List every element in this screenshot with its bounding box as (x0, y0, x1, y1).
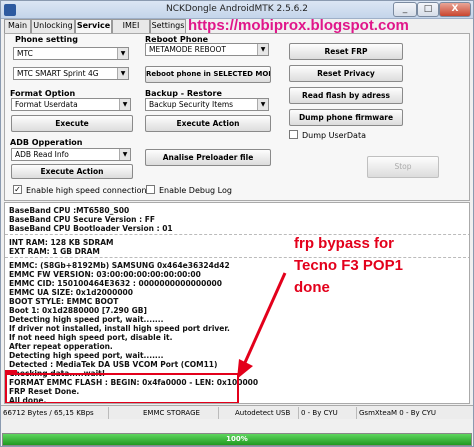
reboot-mode-value: METAMODE REBOOT (149, 45, 226, 54)
format-execute-button[interactable]: Execute (11, 115, 133, 132)
maximize-button[interactable]: □ (417, 2, 439, 17)
backup-restore-label: Backup - Restore (145, 89, 222, 98)
debug-log-checkbox[interactable] (146, 185, 155, 194)
chevron-down-icon: ▼ (119, 149, 130, 160)
log-line: EMMC: (S8Gb+8192Mb) SAMSUNG 0x464e36324d… (9, 261, 230, 270)
overlay-line-3: done (294, 279, 330, 296)
log-line: BOOT STYLE: EMMC BOOT (9, 297, 119, 306)
log-line: BaseBand CPU Secure Version : FF (9, 215, 155, 224)
chevron-down-icon: ▼ (117, 48, 128, 59)
status-user: GsmXteaM 0 - By CYU (359, 409, 437, 417)
progress-label: 100% (226, 435, 248, 443)
dump-userdata-label: Dump UserData (302, 131, 366, 140)
log-line: Boot 1: 0x1d2880000 [7.290 GB] (9, 306, 147, 315)
high-speed-label: Enable high speed connection (26, 186, 147, 195)
log-line: Detected : MediaTek DA USB VCOM Port (CO… (9, 360, 218, 369)
model-value: MTC SMART Sprint 4G (17, 69, 99, 78)
log-line: EMMC FW VERSION: 03:00:00:00:00:00:00:00 (9, 270, 201, 279)
chevron-down-icon: ▼ (119, 99, 130, 110)
status-usb-mode: Autodetect USB (219, 407, 299, 419)
reboot-selected-mode-button[interactable]: Reboot phone in SELECTED MODE (145, 66, 271, 83)
tab-unlocking[interactable]: Unlocking (31, 19, 75, 33)
log-line: Detecting high speed port, wait....... (9, 315, 164, 324)
chevron-down-icon: ▼ (257, 44, 268, 55)
dump-firmware-button[interactable]: Dump phone firmware (289, 109, 403, 126)
reset-frp-button[interactable]: Reset FRP (289, 43, 403, 60)
tab-imei-utils[interactable]: IMEI Utils (112, 19, 150, 42)
format-option-label: Format Option (10, 89, 76, 98)
tab-settings[interactable]: Settings (150, 19, 186, 33)
analise-preloader-button[interactable]: Analise Preloader file (145, 149, 271, 166)
log-line: After repeat opperation. (9, 342, 113, 351)
log-line: INT RAM: 128 KB SDRAM (9, 238, 114, 247)
adb-operation-label: ADB Opperation (10, 138, 83, 147)
backup-execute-button[interactable]: Execute Action (145, 115, 271, 132)
log-line: If not need high speed port, disable it. (9, 333, 173, 342)
log-line: Detecting high speed port, wait....... (9, 351, 164, 360)
log-line: BaseBand CPU Bootloader Version : 01 (9, 224, 173, 233)
brand-value: MTC (17, 49, 33, 58)
reboot-mode-select[interactable]: METAMODE REBOOT ▼ (145, 43, 269, 56)
stop-button[interactable]: Stop (367, 156, 439, 178)
status-storage: EMMC STORAGE (109, 407, 219, 419)
debug-log-label: Enable Debug Log (159, 186, 232, 195)
high-speed-checkbox[interactable]: ✓ (13, 185, 22, 194)
chevron-down-icon: ▼ (257, 99, 268, 110)
log-line: BaseBand CPU :MT6580_S00 (9, 206, 130, 215)
close-button[interactable]: X (439, 2, 471, 17)
log-output: BaseBand CPU :MT6580_S00 BaseBand CPU Se… (4, 202, 470, 404)
log-line: If driver not installed, install high sp… (9, 324, 230, 333)
overlay-line-1: frp bypass for (294, 235, 395, 252)
adb-execute-button[interactable]: Execute Action (11, 164, 133, 179)
status-bar: 66712 Bytes / 65,15 KBps EMMC STORAGE Au… (1, 405, 473, 419)
tab-main[interactable]: Main (4, 19, 31, 33)
model-select[interactable]: MTC SMART Sprint 4G ▼ (13, 67, 129, 80)
minimize-button[interactable]: _ (393, 2, 417, 17)
chevron-down-icon: ▼ (117, 68, 128, 79)
app-window: NCKDongle AndroidMTK 2.5.6.2 _ □ X Main … (0, 0, 474, 447)
backup-value: Backup Security Items (149, 100, 234, 109)
log-line: EMMC UA SIZE: 0x1d2000000 (9, 288, 133, 297)
highlight-box (5, 373, 239, 403)
log-separator (5, 234, 469, 235)
brand-select[interactable]: MTC ▼ (13, 47, 129, 60)
progress-bar: 100% (2, 433, 472, 446)
adb-value: ADB Read Info (15, 150, 69, 159)
overlay-line-2: Tecno F3 POP1 (294, 257, 403, 274)
read-flash-button[interactable]: Read flash by adress (289, 87, 403, 104)
format-value: Format Userdata (15, 100, 78, 109)
dump-userdata-checkbox[interactable] (289, 130, 298, 139)
adb-select[interactable]: ADB Read Info ▼ (11, 148, 131, 161)
phone-setting-label: Phone setting (15, 35, 78, 44)
status-transfer: 66712 Bytes / 65,15 KBps (1, 407, 109, 419)
tab-service[interactable]: Service (75, 19, 112, 34)
reset-privacy-button[interactable]: Reset Privacy (289, 65, 403, 82)
red-arrow-icon (237, 272, 287, 379)
service-panel: Phone setting MTC ▼ MTC SMART Sprint 4G … (4, 33, 470, 201)
format-select[interactable]: Format Userdata ▼ (11, 98, 131, 111)
backup-select[interactable]: Backup Security Items ▼ (145, 98, 269, 111)
watermark-url: https://mobiprox.blogspot.com (188, 17, 409, 34)
log-line: EMMC CID: 150100464E3632 : 0000000000000… (9, 279, 222, 288)
log-line: EXT RAM: 1 GB DRAM (9, 247, 100, 256)
status-credits: 0 - By CYU (299, 407, 357, 419)
